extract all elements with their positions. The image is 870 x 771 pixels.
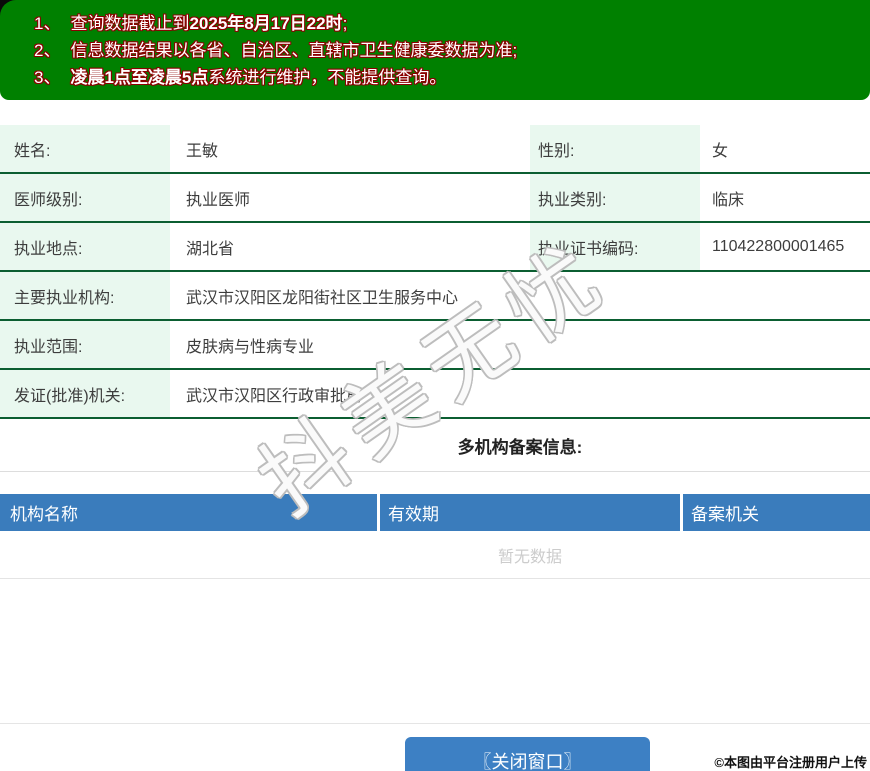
field-label-gender: 性别: — [530, 125, 700, 172]
notice-text: 系统进行维护，不能提供查询。 — [208, 68, 447, 87]
field-label-issuing-authority: 发证(批准)机关: — [0, 370, 170, 417]
field-value-practice-location: 湖北省 — [186, 240, 235, 258]
multi-org-section-title: 多机构备案信息: — [457, 437, 583, 457]
multi-org-empty-row: 暂无数据 — [0, 531, 870, 579]
table-row: 姓名: 王敏 性别: 女 — [0, 125, 870, 174]
upload-credit-text: ©本图由平台注册用户上传 — [714, 755, 867, 770]
column-header-validity-period: 有效期 — [380, 494, 680, 531]
multi-org-section: 多机构备案信息: — [0, 419, 870, 472]
field-label-practice-scope: 执业范围: — [0, 321, 170, 368]
no-data-text: 暂无数据 — [497, 548, 562, 566]
notice-banner: 1、 查询数据截止到2025年8月17日22时; 2、 信息数据结果以各省、自治区、… — [0, 0, 870, 100]
notice-text: 查询数据截止到 — [70, 14, 190, 33]
notice-number: 2、 — [34, 41, 61, 60]
notice-line-1: 1、 查询数据截止到2025年8月17日22时; — [34, 10, 870, 37]
field-value-practice-category: 临床 — [712, 191, 745, 209]
field-label-certificate-number: 执业证书编码: — [530, 223, 700, 270]
field-label-main-institution: 主要执业机构: — [0, 272, 170, 319]
notice-text: 信息数据结果以各省、自治区、直辖市卫生健康委数据为准; — [70, 41, 518, 60]
notice-line-2: 2、 信息数据结果以各省、自治区、直辖市卫生健康委数据为准; — [34, 37, 870, 64]
notice-number: 1、 — [34, 14, 61, 33]
notice-line-3: 3、 凌晨1点至凌晨5点系统进行维护，不能提供查询。 — [34, 64, 870, 91]
field-value-gender: 女 — [712, 142, 729, 160]
field-value-certificate-number: 110422800001465 — [712, 237, 845, 255]
license-query-page: 1、 查询数据截止到2025年8月17日22时; 2、 信息数据结果以各省、自治区、… — [0, 0, 870, 771]
field-value-main-institution: 武汉市汉阳区龙阳街社区卫生服务中心 — [186, 289, 459, 307]
field-label-doctor-level: 医师级别: — [0, 174, 170, 221]
footer-divider — [0, 723, 870, 724]
field-value-name: 王敏 — [186, 142, 219, 160]
notice-text-bold: 2025年8月17日22时 — [189, 14, 343, 33]
field-label-practice-category: 执业类别: — [530, 174, 700, 221]
close-window-button[interactable]: 〖关闭窗口〗 — [405, 737, 650, 771]
multi-org-table-header: 机构名称 有效期 备案机关 — [0, 494, 870, 531]
field-label-practice-location: 执业地点: — [0, 223, 170, 270]
table-row: 医师级别: 执业医师 执业类别: 临床 — [0, 174, 870, 223]
table-row: 执业地点: 湖北省 执业证书编码: 110422800001465 — [0, 223, 870, 272]
field-value-issuing-authority: 武汉市汉阳区行政审批局 — [186, 387, 363, 405]
notice-number: 3、 — [34, 68, 61, 87]
table-row: 执业范围: 皮肤病与性病专业 — [0, 321, 870, 370]
table-row: 主要执业机构: 武汉市汉阳区龙阳街社区卫生服务中心 — [0, 272, 870, 321]
notice-text: ; — [342, 14, 348, 33]
column-header-record-authority: 备案机关 — [683, 494, 870, 531]
field-label-name: 姓名: — [0, 125, 170, 172]
column-header-institution-name: 机构名称 — [0, 494, 377, 531]
field-value-doctor-level: 执业医师 — [186, 191, 251, 209]
practitioner-info-table: 姓名: 王敏 性别: 女 医师级别: 执业医师 执业类别: 临床 执业地点: 湖… — [0, 125, 870, 419]
notice-text-bold: 凌晨1点至凌晨5点 — [70, 68, 209, 87]
table-row: 发证(批准)机关: 武汉市汉阳区行政审批局 — [0, 370, 870, 419]
field-value-practice-scope: 皮肤病与性病专业 — [186, 338, 315, 356]
